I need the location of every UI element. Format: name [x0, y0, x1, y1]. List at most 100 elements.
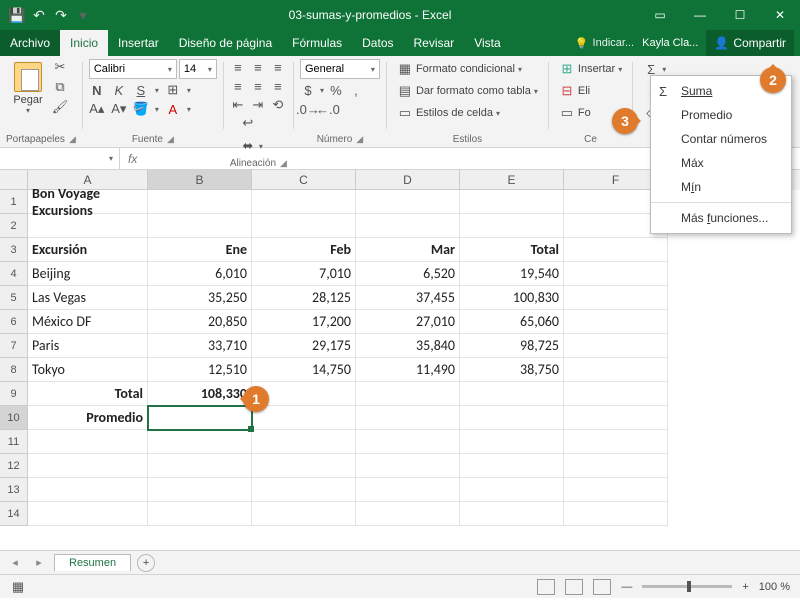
zoom-level[interactable]: 100 % [759, 581, 790, 593]
cell-A10[interactable]: Promedio [28, 406, 148, 430]
menu-item-contar[interactable]: Contar números [651, 127, 791, 151]
cell-C5[interactable]: 28,125 [252, 286, 356, 310]
cell-E5[interactable]: 100,830 [460, 286, 564, 310]
row-header-6[interactable]: 6 [0, 310, 28, 334]
cell-C4[interactable]: 7,010 [252, 262, 356, 286]
cell-D14[interactable] [356, 502, 460, 526]
cell-B11[interactable] [148, 430, 252, 454]
cell-B14[interactable] [148, 502, 252, 526]
cell-C6[interactable]: 17,200 [252, 310, 356, 334]
tab-revisar[interactable]: Revisar [404, 30, 465, 56]
merge-button[interactable]: ⬌▾ [236, 136, 287, 156]
zoom-slider[interactable] [642, 585, 732, 588]
cell-D3[interactable]: Mar [356, 238, 460, 262]
tab-archivo[interactable]: Archivo [0, 30, 60, 56]
cell-D5[interactable]: 37,455 [356, 286, 460, 310]
cell-A1[interactable]: Bon Voyage Excursions [28, 190, 148, 214]
cell-D11[interactable] [356, 430, 460, 454]
name-box[interactable]: ▾ [0, 148, 120, 169]
align-bottom-icon[interactable]: ≡ [270, 59, 286, 75]
increase-decimal-icon[interactable]: .0→ [300, 101, 316, 117]
tab-vista[interactable]: Vista [464, 30, 510, 56]
cell-E2[interactable] [460, 214, 564, 238]
row-header-14[interactable]: 14 [0, 502, 28, 526]
row-header-2[interactable]: 2 [0, 214, 28, 238]
menu-item-promedio[interactable]: Promedio [651, 103, 791, 127]
cell-B8[interactable]: 12,510 [148, 358, 252, 382]
cell-C12[interactable] [252, 454, 356, 478]
cell-C3[interactable]: Feb [252, 238, 356, 262]
cut-icon[interactable]: ✂ [52, 59, 68, 75]
cell-B6[interactable]: 20,850 [148, 310, 252, 334]
cell-F12[interactable] [564, 454, 668, 478]
menu-item-max[interactable]: Máx [651, 151, 791, 175]
format-as-table-button[interactable]: ▤Dar formato como tabla▾ [393, 81, 542, 101]
redo-icon[interactable]: ↷ [52, 6, 70, 24]
col-header-C[interactable]: C [252, 170, 356, 190]
cell-C10[interactable] [252, 406, 356, 430]
fill-color-icon[interactable]: 🪣 [133, 101, 149, 117]
percent-icon[interactable]: % [328, 82, 344, 98]
tab-formulas[interactable]: Fórmulas [282, 30, 352, 56]
page-layout-view-icon[interactable] [565, 579, 583, 595]
cell-C2[interactable] [252, 214, 356, 238]
align-top-icon[interactable]: ≡ [230, 59, 246, 75]
align-left-icon[interactable]: ≡ [230, 78, 246, 94]
col-header-B[interactable]: B [148, 170, 252, 190]
zoom-in-button[interactable]: + [742, 581, 748, 593]
currency-icon[interactable]: $ [300, 82, 316, 98]
cell-F10[interactable] [564, 406, 668, 430]
cell-E10[interactable] [460, 406, 564, 430]
align-middle-icon[interactable]: ≡ [250, 59, 266, 75]
cell-A6[interactable]: México DF [28, 310, 148, 334]
decrease-font-icon[interactable]: A▾ [111, 101, 127, 117]
decrease-indent-icon[interactable]: ⇤ [230, 97, 246, 113]
cell-E1[interactable] [460, 190, 564, 214]
cell-F11[interactable] [564, 430, 668, 454]
minimize-icon[interactable]: — [680, 0, 720, 30]
save-icon[interactable]: 💾 [8, 6, 26, 24]
cell-D12[interactable] [356, 454, 460, 478]
cell-B12[interactable] [148, 454, 252, 478]
cell-A3[interactable]: Excursión [28, 238, 148, 262]
cell-D9[interactable] [356, 382, 460, 406]
align-right-icon[interactable]: ≡ [270, 78, 286, 94]
new-sheet-button[interactable]: + [137, 554, 155, 572]
menu-item-more-functions[interactable]: Más funciones... [651, 206, 791, 230]
row-header-9[interactable]: 9 [0, 382, 28, 406]
border-icon[interactable]: ⊞ [165, 82, 181, 98]
tab-datos[interactable]: Datos [352, 30, 403, 56]
cell-B4[interactable]: 6,010 [148, 262, 252, 286]
tell-me[interactable]: 💡Indicar... [575, 37, 634, 50]
font-size-combo[interactable]: 14▾ [179, 59, 217, 79]
decrease-decimal-icon[interactable]: ←.0 [320, 101, 336, 117]
row-header-8[interactable]: 8 [0, 358, 28, 382]
row-header-13[interactable]: 13 [0, 478, 28, 502]
cell-C1[interactable] [252, 190, 356, 214]
orientation-icon[interactable]: ⟲ [270, 97, 286, 113]
fx-icon[interactable]: fx [120, 152, 145, 166]
wrap-text-button[interactable]: ↩ [236, 113, 287, 133]
cell-F9[interactable] [564, 382, 668, 406]
number-format-combo[interactable]: General▾ [300, 59, 380, 79]
format-painter-icon[interactable]: 🖌 [52, 99, 68, 115]
cell-E7[interactable]: 98,725 [460, 334, 564, 358]
col-header-E[interactable]: E [460, 170, 564, 190]
font-color-icon[interactable]: A [165, 101, 181, 117]
align-center-icon[interactable]: ≡ [250, 78, 266, 94]
close-icon[interactable]: ✕ [760, 0, 800, 30]
share-button[interactable]: 👤Compartir [706, 30, 794, 56]
increase-indent-icon[interactable]: ⇥ [250, 97, 266, 113]
cell-E11[interactable] [460, 430, 564, 454]
cell-A11[interactable] [28, 430, 148, 454]
row-header-3[interactable]: 3 [0, 238, 28, 262]
page-break-view-icon[interactable] [593, 579, 611, 595]
cell-A8[interactable]: Tokyo [28, 358, 148, 382]
tab-insertar[interactable]: Insertar [108, 30, 169, 56]
cell-A2[interactable] [28, 214, 148, 238]
undo-icon[interactable]: ↶ [30, 6, 48, 24]
sheet-next-icon[interactable]: ▸ [30, 556, 48, 569]
dialog-launcher-icon[interactable]: ◢ [69, 134, 76, 145]
cell-D6[interactable]: 27,010 [356, 310, 460, 334]
cell-E3[interactable]: Total [460, 238, 564, 262]
